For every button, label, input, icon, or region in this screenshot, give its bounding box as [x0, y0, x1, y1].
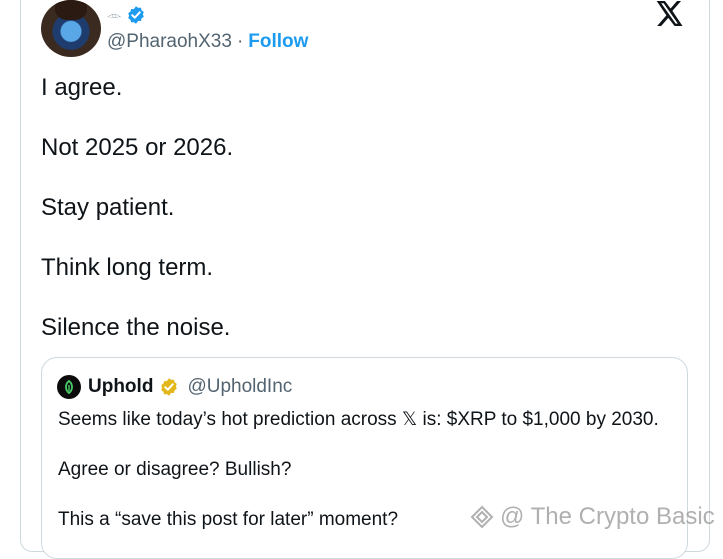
quoted-text-line: Agree or disagree? Bullish?	[58, 459, 292, 480]
tweet-text-line: Stay patient.	[41, 194, 175, 221]
quoted-text-line: Seems like today’s hot prediction across…	[58, 409, 659, 430]
tweet-text-line: Silence the noise.	[41, 314, 231, 341]
author-name[interactable]: 𓁹	[107, 8, 122, 22]
author-handle[interactable]: @PharaohX33	[107, 31, 232, 53]
quoted-author-name[interactable]: Uphold	[88, 376, 153, 398]
uphold-logo-icon	[57, 375, 81, 399]
quoted-author-row: Uphold @UpholdInc	[88, 376, 292, 398]
tweet-text-line: Think long term.	[41, 254, 214, 281]
tweet-text-line: Not 2025 or 2026.	[41, 134, 234, 161]
author-handle-row: @PharaohX33 · Follow	[107, 31, 308, 53]
watermark-text: @ The Crypto Basic	[500, 503, 715, 530]
quoted-text-line: This a “save this post for later” moment…	[58, 509, 399, 530]
author-name-row[interactable]: 𓁹	[107, 5, 146, 25]
x-logo-icon[interactable]	[656, 1, 684, 26]
follow-button[interactable]: Follow	[248, 31, 308, 53]
watermark-logo-icon	[470, 505, 494, 529]
verified-badge-icon	[127, 6, 144, 24]
separator-dot: ·	[236, 31, 244, 52]
watermark: @ The Crypto Basic	[470, 503, 715, 531]
gold-verified-badge-icon	[161, 378, 178, 396]
tweet-text-line: I agree.	[41, 74, 123, 101]
author-avatar[interactable]	[41, 0, 101, 57]
quoted-author-handle[interactable]: @UpholdInc	[187, 376, 292, 398]
